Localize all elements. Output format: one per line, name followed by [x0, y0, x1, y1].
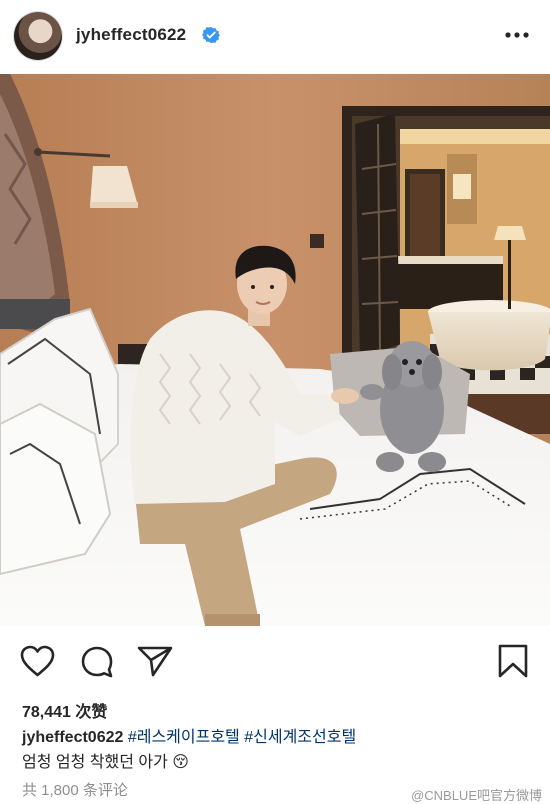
view-comments-link[interactable]: 共 1,800 条评论 [22, 779, 128, 800]
caption-text: 엄청 엄청 착했던 아가 [22, 754, 168, 771]
caption-line-1: jyheffect0622 #레스케이프호텔 #신세계조선호텔 [22, 727, 532, 749]
post-photo[interactable] [0, 74, 550, 626]
like-count[interactable]: 78,441 次赞 [22, 698, 107, 722]
verified-badge-icon [202, 26, 220, 44]
post-actions [0, 626, 550, 696]
bookmark-icon[interactable] [497, 643, 529, 679]
hotel-room-photo [0, 74, 550, 626]
post-header: jyheffect0622 [0, 0, 550, 74]
caption-username[interactable]: jyheffect0622 [22, 729, 123, 746]
hashtag[interactable]: #레스케이프호텔 [128, 729, 240, 746]
hashtag[interactable]: #신세계조선호텔 [244, 729, 356, 746]
avatar[interactable] [14, 12, 62, 60]
watermark: @CNBLUE吧官方微博 [411, 788, 542, 803]
comment-icon[interactable] [80, 645, 114, 679]
caption-line-2: 엄청 엄청 착했던 아가 😚 [22, 752, 189, 774]
paper-plane-icon[interactable] [137, 645, 173, 677]
post-username[interactable]: jyheffect0622 [76, 25, 186, 45]
heart-icon[interactable] [20, 645, 55, 677]
more-horizontal-icon[interactable] [505, 32, 529, 38]
caption-emoji: 😚 [172, 754, 189, 771]
